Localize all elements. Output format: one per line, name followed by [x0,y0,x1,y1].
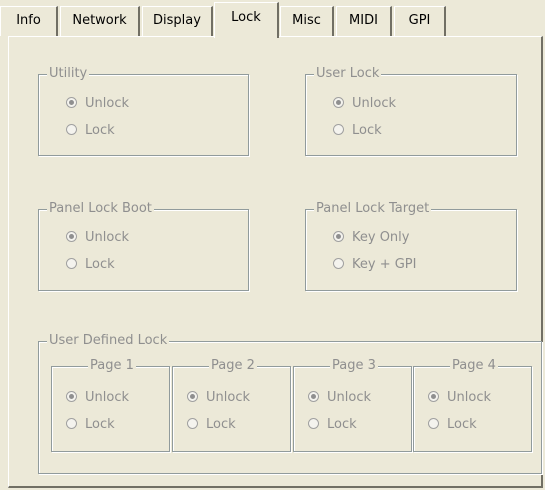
radio-unchecked-icon [308,418,319,429]
page-3-group: Page 3 Unlock Lock [293,358,412,452]
radio-unchecked-icon [187,418,198,429]
tab-display[interactable]: Display [142,6,213,36]
user-lock-unlock-radio[interactable]: Unlock [333,95,396,113]
page-4-legend: Page 4 [450,358,498,374]
radio-checked-icon [333,97,344,108]
page-2-lock-radio[interactable]: Lock [187,416,236,434]
user-lock-legend: User Lock [314,66,382,82]
panel-lock-boot-legend: Panel Lock Boot [47,201,154,217]
radio-checked-icon [66,231,77,242]
radio-label: Unlock [85,96,129,111]
tab-misc[interactable]: Misc [280,6,334,36]
radio-label: Lock [327,417,357,432]
user-lock-lock-radio[interactable]: Lock [333,122,382,140]
page-1-group: Page 1 Unlock Lock [51,358,170,452]
radio-checked-icon [66,391,77,402]
tab-info[interactable]: Info [0,6,58,36]
panel-lock-target-key-gpi-radio[interactable]: Key + GPI [333,256,416,274]
radio-label: Unlock [447,390,491,405]
radio-label: Lock [85,417,115,432]
panel-lock-boot-unlock-radio[interactable]: Unlock [66,229,129,247]
page-3-unlock-radio[interactable]: Unlock [308,389,371,407]
tab-gpi[interactable]: GPI [394,6,446,36]
page-1-unlock-radio[interactable]: Unlock [66,389,129,407]
panel-lock-boot-group: Panel Lock Boot Unlock Lock [38,201,249,291]
page-3-lock-radio[interactable]: Lock [308,416,357,434]
radio-label: Key + GPI [352,257,417,272]
user-defined-lock-legend: User Defined Lock [47,333,170,349]
tab-strip: Info Network Display Lock Misc MIDI GPI [0,0,545,38]
radio-unchecked-icon [333,258,344,269]
page-4-group: Page 4 Unlock Lock [413,358,532,452]
radio-unchecked-icon [66,418,77,429]
page-2-unlock-radio[interactable]: Unlock [187,389,250,407]
radio-checked-icon [308,391,319,402]
tab-network[interactable]: Network [60,6,140,36]
page-2-group: Page 2 Unlock Lock [172,358,291,452]
radio-unchecked-icon [66,258,77,269]
radio-checked-icon [187,391,198,402]
user-defined-lock-group: User Defined Lock Page 1 Unlock Lock Pag… [38,333,542,474]
radio-unchecked-icon [66,124,77,135]
radio-label: Lock [206,417,236,432]
radio-checked-icon [333,231,344,242]
radio-label: Unlock [85,230,129,245]
radio-checked-icon [66,97,77,108]
user-lock-group: User Lock Unlock Lock [305,66,517,156]
page-3-legend: Page 3 [330,358,378,374]
utility-group: Utility Unlock Lock [38,66,249,156]
radio-unchecked-icon [428,418,439,429]
tab-lock[interactable]: Lock [214,2,279,38]
radio-label: Unlock [327,390,371,405]
page-2-legend: Page 2 [209,358,257,374]
utility-unlock-radio[interactable]: Unlock [66,95,129,113]
tab-midi[interactable]: MIDI [336,6,392,36]
radio-label: Lock [447,417,477,432]
radio-checked-icon [428,391,439,402]
utility-legend: Utility [47,66,90,82]
page-4-lock-radio[interactable]: Lock [428,416,477,434]
panel-lock-target-key-only-radio[interactable]: Key Only [333,229,409,247]
radio-label: Key Only [352,230,410,245]
radio-label: Lock [352,123,382,138]
utility-lock-radio[interactable]: Lock [66,122,115,140]
radio-label: Lock [85,257,115,272]
panel-lock-boot-lock-radio[interactable]: Lock [66,256,115,274]
panel-lock-target-group: Panel Lock Target Key Only Key + GPI [305,201,517,291]
radio-label: Unlock [85,390,129,405]
radio-label: Unlock [352,96,396,111]
radio-label: Unlock [206,390,250,405]
page-1-lock-radio[interactable]: Lock [66,416,115,434]
radio-unchecked-icon [333,124,344,135]
page-4-unlock-radio[interactable]: Unlock [428,389,491,407]
radio-label: Lock [85,123,115,138]
page-1-legend: Page 1 [88,358,136,374]
panel-lock-target-legend: Panel Lock Target [314,201,432,217]
